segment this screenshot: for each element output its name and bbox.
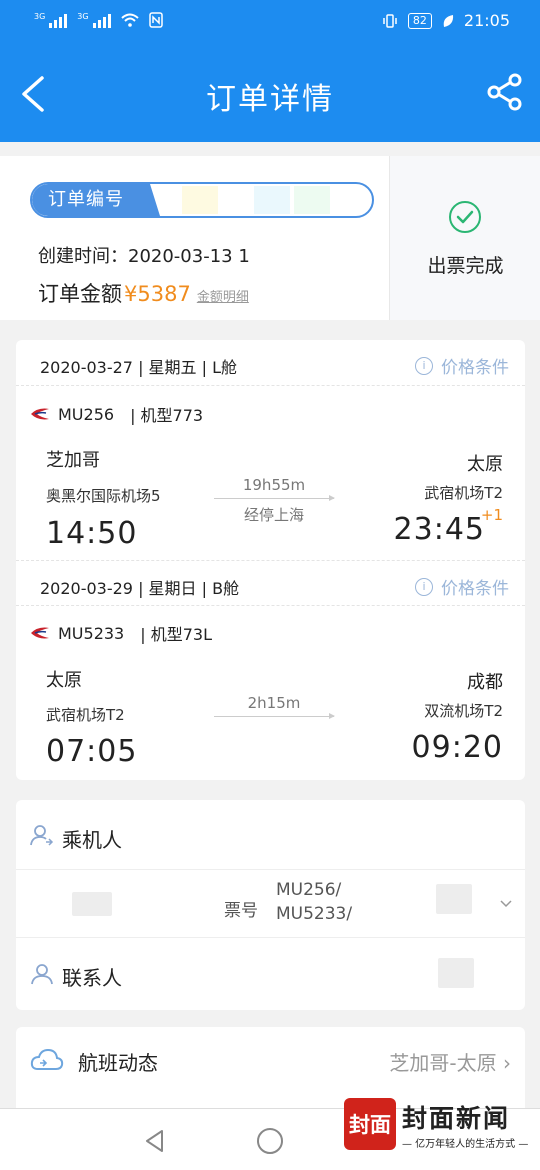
price-condition-label: 价格条件 [441, 579, 509, 599]
cloud-icon [30, 1048, 64, 1070]
share-icon[interactable] [486, 72, 524, 112]
ticket-number: MU256/ MU5233/ [276, 878, 352, 926]
route-line [214, 495, 335, 501]
departure-airport: 奥黑尔国际机场5 [46, 487, 161, 505]
chevron-down-icon[interactable] [499, 896, 513, 910]
order-number-masked-3 [294, 186, 330, 214]
passenger-icon [30, 825, 54, 846]
order-number-masked-2 [254, 186, 290, 214]
stopover-info: 经停上海 [243, 506, 304, 524]
segment-date: 2020-03-29 | 星期日 | B舱 [40, 579, 240, 598]
price-condition-link[interactable]: i 价格条件 [415, 574, 509, 599]
vibrate-icon [383, 13, 397, 28]
china-eastern-logo-icon [31, 408, 49, 420]
amount-detail-link[interactable]: 金额明细 [197, 286, 249, 305]
departure-time: 07:05 [46, 734, 138, 769]
arrival-time: 09:20 [411, 730, 503, 765]
watermark-logo: 封面 [344, 1098, 396, 1150]
order-amount: 订单金额 ¥5387 金额明细 [38, 278, 249, 308]
order-number-label: 订单编号 [32, 184, 160, 216]
home-circle-icon[interactable] [257, 1128, 283, 1154]
ticket-number-line: MU256/ [276, 880, 342, 900]
passenger-title: 乘机人 [62, 828, 122, 852]
departure-airport: 武宿机场T2 [46, 706, 125, 724]
segment-header: 2020-03-29 | 星期日 | B舱 i 价格条件 [16, 560, 525, 606]
leaf-icon [443, 14, 453, 27]
departure-city: 芝加哥 [46, 450, 100, 471]
flight-info: MU5233 | 机型73L [30, 621, 212, 645]
created-time: 创建时间：2020-03-13 1 [38, 246, 250, 267]
contact-title: 联系人 [62, 966, 122, 990]
aircraft-type: | 机型73L [140, 625, 212, 644]
flight-duration: 19h55m [242, 476, 306, 494]
ticket-number-label: 票号 [224, 901, 258, 921]
contact-masked [438, 958, 474, 988]
page-title: 订单详情 [206, 82, 334, 117]
flight-number: MU256 [58, 404, 115, 424]
arrival-city: 成都 [467, 672, 503, 693]
status-bar: 3G 3G 82 21:05 [0, 0, 540, 44]
ticket-status: 出票完成 [427, 255, 504, 277]
watermark: 封面 封面新闻 — 亿万年轻人的生活方式 — [344, 1098, 528, 1150]
price-condition-label: 价格条件 [441, 358, 509, 378]
arrival-airport: 双流机场T2 [424, 702, 503, 720]
info-icon: i [415, 356, 433, 375]
contact-icon [31, 964, 53, 985]
route-line [214, 713, 335, 719]
battery-indicator: 82 [407, 12, 432, 29]
order-summary-card: 订单编号 创建时间：2020-03-13 1 订单金额 ¥5387 金额明细 出… [0, 156, 540, 320]
amount-value: ¥5387 [124, 282, 191, 306]
order-number-masked [182, 186, 218, 214]
header-bar: 订单详情 [0, 44, 540, 142]
order-status-panel: 出票完成 [389, 156, 540, 320]
flight-duration: 2h15m [247, 694, 301, 712]
day-offset: +1 [480, 506, 503, 524]
back-triangle-icon[interactable] [144, 1129, 166, 1153]
departure-time: 14:50 [46, 516, 138, 551]
contact-row: 联系人 [16, 938, 525, 1010]
nfc-icon [148, 12, 163, 28]
flight-number: MU5233 [58, 623, 125, 643]
amount-label: 订单金额 [38, 282, 122, 306]
flight-dynamics-route: 芝加哥-太原 › [389, 1051, 511, 1075]
ticket-number-masked [436, 884, 472, 914]
watermark-subtitle: — 亿万年轻人的生活方式 — [402, 1138, 529, 1150]
info-icon: i [415, 577, 433, 596]
flight-info: MU256 | 机型773 [30, 402, 203, 426]
watermark-title: 封面新闻 [402, 1103, 511, 1133]
passenger-card: 乘机人 票号 MU256/ MU5233/ 联系人 [16, 800, 525, 1010]
wifi-icon [120, 13, 139, 27]
arrival-time: 23:45 [393, 512, 485, 547]
segment-header: 2020-03-27 | 星期五 | L舱 i 价格条件 [16, 340, 525, 386]
arrival-airport: 武宿机场T2 [424, 484, 503, 502]
clock: 21:05 [463, 11, 510, 30]
passenger-row[interactable]: 票号 MU256/ MU5233/ [16, 870, 525, 938]
passenger-header: 乘机人 [16, 800, 525, 870]
cell-signal-icon-2: 3G [77, 12, 111, 28]
check-circle-icon [449, 201, 481, 233]
cell-signal-icon: 3G [34, 12, 68, 28]
aircraft-type: | 机型773 [130, 406, 204, 425]
flight-segments-card: 2020-03-27 | 星期五 | L舱 i 价格条件 MU256 | 机型7… [16, 340, 525, 780]
departure-city: 太原 [46, 670, 82, 691]
arrival-city: 太原 [467, 454, 503, 475]
price-condition-link[interactable]: i 价格条件 [415, 353, 509, 378]
china-eastern-logo-icon [31, 627, 49, 639]
passenger-name-masked [72, 892, 112, 916]
ticket-number-line: MU5233/ [276, 904, 353, 924]
order-number-pill: 订单编号 [30, 182, 374, 218]
segment-date: 2020-03-27 | 星期五 | L舱 [40, 358, 238, 377]
flight-dynamics-label: 航班动态 [78, 1051, 158, 1075]
